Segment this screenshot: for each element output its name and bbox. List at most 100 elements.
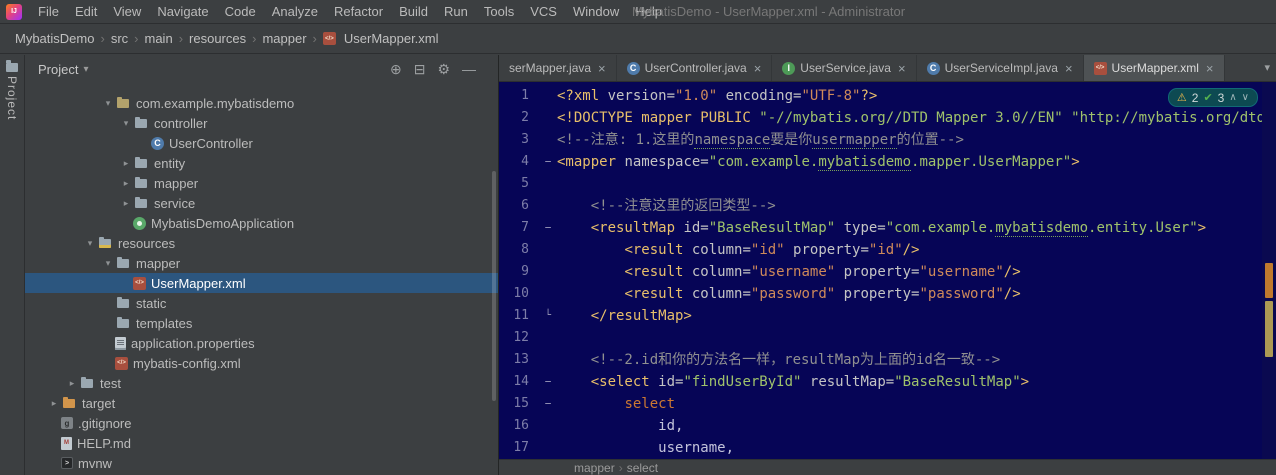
chevron-expanded-icon[interactable]: ▾	[119, 118, 133, 129]
main-area: Project Project ▾ ⊕ ⊟ ⚙ — ▾com.example.myba…	[0, 55, 1276, 475]
menu-item-file[interactable]: File	[30, 0, 67, 24]
tab-usercontroller.java[interactable]: CUserController.java×	[617, 55, 773, 81]
menu-item-window[interactable]: Window	[565, 0, 627, 24]
editor-breadcrumb-item[interactable]: select	[627, 461, 658, 475]
chevron-collapsed-icon[interactable]: ▸	[65, 378, 79, 389]
fold-spacer	[539, 195, 557, 217]
tree-item-service[interactable]: ▸service	[25, 193, 498, 213]
breadcrumb-item[interactable]: resources	[186, 31, 249, 46]
scrollbar-thumb[interactable]	[1265, 301, 1273, 357]
tab-sermapper.java[interactable]: serMapper.java×	[499, 55, 617, 81]
code-line: 1<?xml version="1.0" encoding="UTF-8"?>	[499, 85, 1262, 107]
tree-item-static[interactable]: static	[25, 293, 498, 313]
fold-marker[interactable]: −	[539, 393, 557, 415]
editor-breadcrumb-item[interactable]: mapper	[574, 461, 615, 475]
code-line: 12	[499, 327, 1262, 349]
folder-icon	[133, 195, 149, 211]
chevron-down-icon[interactable]: ▾	[83, 64, 88, 75]
line-number: 12	[499, 327, 539, 349]
project-panel-title[interactable]: Project	[38, 62, 78, 77]
fold-marker[interactable]: −	[539, 151, 557, 173]
tree-item-mybatis-config.xml[interactable]: </>mybatis-config.xml	[25, 353, 498, 373]
tab-close-icon[interactable]: ×	[754, 61, 762, 76]
chevron-collapsed-icon[interactable]: ▸	[119, 178, 133, 189]
tree-item-label: test	[100, 376, 121, 391]
fold-marker[interactable]: └	[539, 305, 557, 327]
tree-item-application.properties[interactable]: application.properties	[25, 333, 498, 353]
breadcrumb-item[interactable]: </>UserMapper.xml	[320, 31, 442, 46]
git-icon: g	[61, 417, 73, 429]
tab-close-icon[interactable]: ×	[1206, 61, 1214, 76]
settings-gear-icon[interactable]: ⚙	[437, 62, 450, 76]
tab-userserviceimpl.java[interactable]: CUserServiceImpl.java×	[917, 55, 1084, 81]
locate-icon[interactable]: ⊕	[390, 62, 402, 76]
chevron-expanded-icon[interactable]: ▾	[101, 258, 115, 269]
term-icon: >	[61, 457, 73, 469]
menu-item-vcs[interactable]: VCS	[522, 0, 565, 24]
hidden-tabs-icon[interactable]: ▾	[1264, 55, 1270, 82]
prev-issue-icon[interactable]: ∧	[1229, 92, 1236, 103]
menu-item-build[interactable]: Build	[391, 0, 436, 24]
breadcrumb-item[interactable]: src	[108, 31, 131, 46]
menu-item-run[interactable]: Run	[436, 0, 476, 24]
chevron-expanded-icon[interactable]: ▾	[101, 98, 115, 109]
tree-item-target[interactable]: ▸target	[25, 393, 498, 413]
chevron-collapsed-icon[interactable]: ▸	[119, 158, 133, 169]
class-icon: C	[627, 62, 640, 75]
menu-item-tools[interactable]: Tools	[476, 0, 522, 24]
menu-item-analyze[interactable]: Analyze	[264, 0, 326, 24]
project-scrollbar[interactable]	[492, 171, 496, 401]
breadcrumb-label: MybatisDemo	[15, 31, 94, 46]
tree-item-mapper[interactable]: ▸mapper	[25, 173, 498, 193]
tree-item-mybatisdemoapplication[interactable]: MybatisDemoApplication	[25, 213, 498, 233]
menu-item-refactor[interactable]: Refactor	[326, 0, 391, 24]
tree-item-.gitignore[interactable]: g.gitignore	[25, 413, 498, 433]
menu-item-code[interactable]: Code	[217, 0, 264, 24]
warning-stripe-mark[interactable]	[1265, 263, 1273, 298]
boot-icon	[133, 217, 146, 230]
breadcrumb-label: mapper	[262, 31, 306, 46]
breadcrumb-item[interactable]: MybatisDemo	[12, 31, 97, 46]
chevron-expanded-icon[interactable]: ▾	[83, 238, 97, 249]
code-text: <result column="username" property="user…	[557, 261, 1021, 283]
tree-item-controller[interactable]: ▾controller	[25, 113, 498, 133]
code-line: 4−<mapper namespace="com.example.mybatis…	[499, 151, 1262, 173]
breadcrumb-item[interactable]: main	[142, 31, 176, 46]
tree-item-usermapper.xml[interactable]: </>UserMapper.xml	[25, 273, 498, 293]
collapse-all-icon[interactable]: ⊟	[414, 62, 426, 76]
chevron-collapsed-icon[interactable]: ▸	[119, 198, 133, 209]
tree-item-help.md[interactable]: MHELP.md	[25, 433, 498, 453]
next-issue-icon[interactable]: ∨	[1242, 92, 1249, 103]
editor-code-area[interactable]: 1<?xml version="1.0" encoding="UTF-8"?>2…	[499, 82, 1262, 459]
chevron-collapsed-icon[interactable]: ▸	[47, 398, 61, 409]
tree-item-mvnw[interactable]: >mvnw	[25, 453, 498, 473]
tab-close-icon[interactable]: ×	[598, 61, 606, 76]
tree-item-mapper[interactable]: ▾mapper	[25, 253, 498, 273]
breadcrumb-item[interactable]: mapper	[259, 31, 309, 46]
menu-item-navigate[interactable]: Navigate	[149, 0, 216, 24]
breadcrumb-label: main	[145, 31, 173, 46]
fold-marker[interactable]: −	[539, 217, 557, 239]
project-stripe-button[interactable]: Project	[0, 59, 24, 120]
tab-close-icon[interactable]: ×	[898, 61, 906, 76]
editor-scrollbar[interactable]	[1262, 82, 1276, 459]
code-text: </resultMap>	[557, 305, 692, 327]
code-line: 8 <result column="id" property="id"/>	[499, 239, 1262, 261]
line-number: 15	[499, 393, 539, 415]
menu-item-edit[interactable]: Edit	[67, 0, 105, 24]
tree-item-com.example.mybatisdemo[interactable]: ▾com.example.mybatisdemo	[25, 93, 498, 113]
tree-item-resources[interactable]: ▾resources	[25, 233, 498, 253]
tree-item-templates[interactable]: templates	[25, 313, 498, 333]
fold-marker[interactable]: −	[539, 371, 557, 393]
tab-close-icon[interactable]: ×	[1065, 61, 1073, 76]
tab-userservice.java[interactable]: IUserService.java×	[772, 55, 916, 81]
hide-panel-icon[interactable]: —	[462, 62, 476, 76]
tree-item-entity[interactable]: ▸entity	[25, 153, 498, 173]
breadcrumb-separator-icon: ›	[249, 31, 259, 46]
line-number: 6	[499, 195, 539, 217]
inspections-widget[interactable]: ⚠ 2 ✔ 3 ∧ ∨	[1168, 88, 1258, 107]
tab-usermapper.xml[interactable]: </>UserMapper.xml×	[1084, 55, 1225, 81]
menu-item-view[interactable]: View	[105, 0, 149, 24]
tree-item-usercontroller[interactable]: CUserController	[25, 133, 498, 153]
tree-item-test[interactable]: ▸ test	[25, 373, 498, 393]
